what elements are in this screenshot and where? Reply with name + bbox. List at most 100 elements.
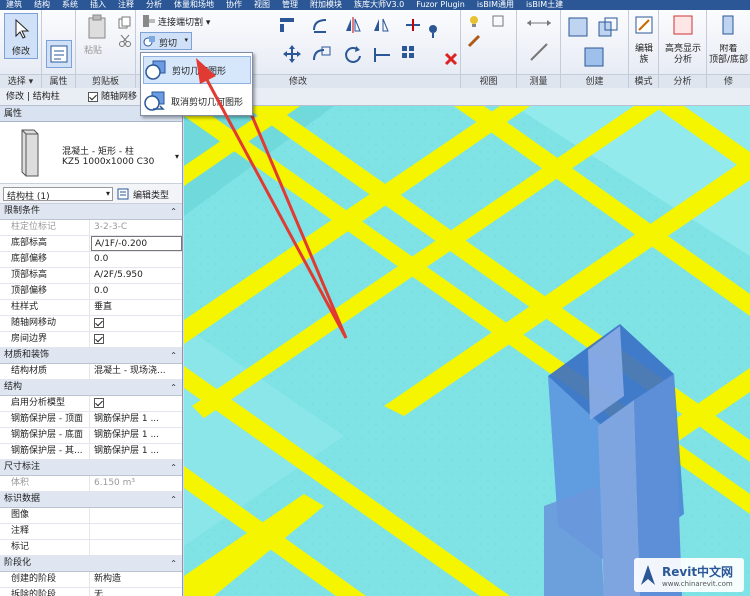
copy-icon[interactable] — [118, 16, 132, 30]
move-with-grids-checkbox[interactable] — [88, 92, 98, 102]
delete-icon[interactable] — [444, 52, 458, 66]
offset-icon[interactable] — [311, 16, 329, 34]
paste-icon[interactable] — [86, 14, 108, 40]
property-value[interactable]: 钢筋保护层 1 ... — [91, 412, 182, 427]
hide-icon[interactable] — [491, 14, 505, 28]
collapse-icon[interactable]: ⌃ — [170, 492, 177, 507]
menu-item[interactable]: 结构 — [28, 0, 56, 10]
property-key: 底部标高 — [0, 236, 90, 251]
view-panel: 视图 — [461, 10, 517, 88]
cut-geometry-label: 剪切几何图形 — [172, 66, 227, 77]
property-value[interactable]: A/1F/-0.200 — [91, 236, 182, 251]
property-value[interactable]: 3-2-3-C — [91, 220, 182, 235]
edit-family-icon[interactable] — [633, 14, 655, 36]
collapse-icon[interactable]: ⌃ — [170, 348, 177, 363]
property-value[interactable]: 新构造 — [91, 572, 182, 587]
property-value[interactable] — [91, 332, 182, 347]
menu-item[interactable]: isBIM通用 — [471, 0, 520, 10]
property-value[interactable]: 钢筋保护层 1 ... — [91, 444, 182, 459]
3d-viewport[interactable]: Revit中文网 www.chinarevit.com — [184, 106, 750, 596]
menu-item[interactable]: 建筑 — [0, 0, 28, 10]
property-key: 体积 — [0, 476, 90, 491]
menu-item[interactable]: isBIM土建 — [520, 0, 569, 10]
cut-split-button[interactable]: 剪切 ▾ — [140, 32, 192, 50]
select-panel-title[interactable]: 选择 ▾ — [0, 74, 41, 88]
property-group-header[interactable]: 结构 ⌃ — [0, 380, 182, 396]
attach-top-base-icon[interactable] — [717, 14, 739, 36]
property-value[interactable]: 垂直 — [91, 300, 182, 315]
property-value[interactable]: A/2F/5.950 — [91, 268, 182, 283]
paintbrush-icon[interactable] — [467, 34, 481, 48]
menu-item[interactable]: 体量和场地 — [168, 0, 220, 10]
property-value[interactable] — [91, 396, 182, 411]
mirror-axis-icon[interactable] — [344, 16, 362, 34]
property-row: 钢筋保护层 - 其... 钢筋保护层 1 ... — [0, 444, 182, 460]
copy-tool-icon[interactable] — [312, 44, 332, 64]
collapse-icon[interactable]: ⌃ — [170, 380, 177, 395]
property-value[interactable] — [91, 540, 182, 555]
property-row: 启用分析模型 — [0, 396, 182, 412]
split-icon[interactable] — [404, 16, 422, 34]
property-key: 房间边界 — [0, 332, 90, 347]
property-value[interactable]: 无 — [91, 588, 182, 596]
property-value[interactable] — [91, 316, 182, 331]
array-icon[interactable] — [400, 44, 420, 64]
cut-geometry-menu-item[interactable]: 剪切几何图形 — [143, 56, 251, 84]
mirror-draw-icon[interactable] — [372, 16, 390, 34]
pin-icon[interactable] — [426, 24, 440, 38]
rotate-icon[interactable] — [343, 44, 363, 64]
menu-item[interactable]: 附加模块 — [304, 0, 348, 10]
menu-item[interactable]: 管理 — [276, 0, 304, 10]
property-group-header[interactable]: 标识数据 ⌃ — [0, 492, 182, 508]
modify-tool-button[interactable]: 修改 — [4, 13, 38, 59]
menu-item[interactable]: 视图 — [248, 0, 276, 10]
property-group-header[interactable]: 材质和装饰 ⌃ — [0, 348, 182, 364]
menu-item[interactable]: 注释 — [112, 0, 140, 10]
property-row: 结构材质 混凝土 - 现场浇... — [0, 364, 182, 380]
property-key: 顶部偏移 — [0, 284, 90, 299]
property-value[interactable]: 6.150 m³ — [91, 476, 182, 491]
property-group-header[interactable]: 尺寸标注 ⌃ — [0, 460, 182, 476]
create-parts-icon[interactable] — [583, 46, 605, 68]
type-selector[interactable]: 混凝土 - 矩形 - 柱 KZ5 1000x1000 C30 ▾ — [0, 122, 182, 184]
property-group-name: 标识数据 — [4, 494, 41, 504]
property-value[interactable]: 0.0 — [91, 252, 182, 267]
menu-item[interactable]: 分析 — [140, 0, 168, 10]
property-checkbox[interactable] — [94, 333, 104, 344]
menu-item[interactable]: 协作 — [220, 0, 248, 10]
property-value[interactable] — [91, 524, 182, 539]
properties-button[interactable] — [46, 40, 72, 68]
create-group-icon[interactable] — [567, 16, 589, 38]
property-value[interactable]: 0.0 — [91, 284, 182, 299]
menu-item[interactable]: Fuzor Plugin — [410, 0, 471, 10]
create-panel-title: 创建 — [561, 74, 628, 88]
menu-item[interactable]: 系统 — [56, 0, 84, 10]
lightbulb-icon[interactable] — [467, 14, 481, 28]
move-icon[interactable] — [282, 44, 302, 64]
trim-icon[interactable] — [372, 44, 392, 64]
instance-filter-select[interactable]: 结构柱 (1) ▾ — [3, 187, 113, 202]
property-checkbox[interactable] — [94, 317, 104, 328]
property-group-header[interactable]: 限制条件 ⌃ — [0, 204, 182, 220]
property-value[interactable]: 钢筋保护层 1 ... — [91, 428, 182, 443]
property-group-header[interactable]: 阶段化 ⌃ — [0, 556, 182, 572]
structural-column[interactable] — [544, 324, 684, 596]
align-icon[interactable] — [278, 16, 296, 34]
menu-item[interactable]: 族库大师V3.0 — [348, 0, 410, 10]
measure-icon[interactable] — [525, 16, 553, 30]
edit-type-button[interactable]: 编辑类型 — [117, 186, 179, 202]
menu-item[interactable]: 插入 — [84, 0, 112, 10]
collapse-icon[interactable]: ⌃ — [170, 204, 177, 219]
join-cut-dropdown[interactable]: 连接端切割 ▾ — [158, 15, 210, 28]
collapse-icon[interactable]: ⌃ — [170, 556, 177, 571]
property-value[interactable]: 混凝土 - 现场浇... — [91, 364, 182, 379]
property-value[interactable] — [91, 508, 182, 523]
collapse-icon[interactable]: ⌃ — [170, 460, 177, 475]
create-similar-icon[interactable] — [597, 16, 619, 38]
cut-clip-icon[interactable] — [118, 34, 132, 48]
uncut-geometry-menu-item[interactable]: 取消剪切几何图形 — [143, 87, 251, 115]
join-icon[interactable] — [142, 14, 156, 28]
dimension-icon[interactable] — [529, 42, 549, 62]
highlight-analysis-icon[interactable] — [672, 14, 694, 36]
property-checkbox[interactable] — [94, 397, 104, 408]
